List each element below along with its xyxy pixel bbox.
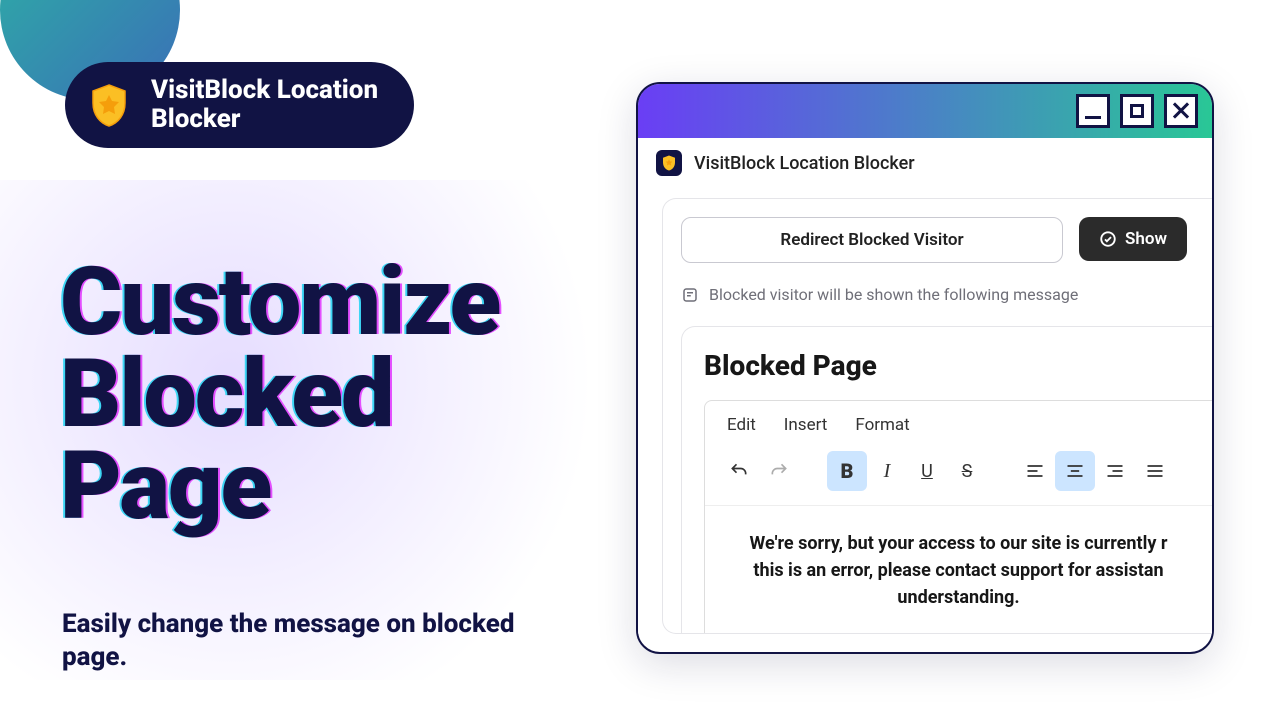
minimize-button[interactable]: [1076, 94, 1110, 128]
product-badge-label: VisitBlock Location Blocker: [151, 76, 378, 134]
menu-edit[interactable]: Edit: [727, 415, 756, 435]
settings-card: Redirect Blocked Visitor Show Blocked vi…: [662, 198, 1212, 634]
editor-content[interactable]: We're sorry, but your access to our site…: [705, 506, 1212, 633]
page-headline: Customize Blocked Page: [60, 257, 499, 533]
italic-button[interactable]: I: [867, 451, 907, 491]
rich-text-editor: Edit Insert Format: [704, 400, 1212, 633]
bold-button[interactable]: B: [827, 451, 867, 491]
tab-show-label: Show: [1125, 229, 1167, 249]
menu-insert[interactable]: Insert: [784, 415, 828, 435]
window-titlebar: [638, 84, 1212, 138]
align-right-button[interactable]: [1095, 451, 1135, 491]
tab-show[interactable]: Show: [1079, 217, 1187, 261]
underline-button[interactable]: U: [907, 451, 947, 491]
shield-icon: [83, 79, 135, 131]
align-center-button[interactable]: [1055, 451, 1095, 491]
bold-icon: B: [841, 459, 854, 483]
menu-format[interactable]: Format: [855, 415, 909, 435]
undo-button[interactable]: [719, 451, 759, 491]
redo-icon: [769, 461, 789, 481]
editor-toolbar: B I U S: [705, 445, 1212, 506]
tab-redirect[interactable]: Redirect Blocked Visitor: [681, 217, 1063, 263]
app-window: VisitBlock Location Blocker Redirect Blo…: [636, 82, 1214, 654]
strikethrough-icon: S: [962, 461, 973, 482]
shield-icon: [656, 150, 682, 176]
note-icon: [681, 286, 699, 304]
hint-row: Blocked visitor will be shown the follow…: [681, 285, 1212, 304]
strikethrough-button[interactable]: S: [947, 451, 987, 491]
italic-icon: I: [884, 460, 891, 483]
align-left-icon: [1025, 461, 1045, 481]
align-center-icon: [1065, 461, 1085, 481]
product-badge: VisitBlock Location Blocker: [65, 62, 414, 148]
align-justify-button[interactable]: [1135, 451, 1175, 491]
hint-text: Blocked visitor will be shown the follow…: [709, 285, 1078, 304]
align-left-button[interactable]: [1015, 451, 1055, 491]
underline-icon: U: [921, 461, 933, 482]
check-circle-icon: [1099, 230, 1117, 248]
editor-title: Blocked Page: [704, 349, 1212, 382]
close-button[interactable]: [1164, 94, 1198, 128]
maximize-button[interactable]: [1120, 94, 1154, 128]
redo-button[interactable]: [759, 451, 799, 491]
align-justify-icon: [1145, 461, 1165, 481]
editor-card: Blocked Page Edit Insert Format: [681, 326, 1212, 633]
editor-menu-bar: Edit Insert Format: [705, 401, 1212, 445]
undo-icon: [729, 461, 749, 481]
app-title: VisitBlock Location Blocker: [694, 153, 915, 174]
page-subtitle: Easily change the message on blocked pag…: [62, 608, 582, 673]
app-header: VisitBlock Location Blocker: [638, 138, 1212, 188]
align-right-icon: [1105, 461, 1125, 481]
